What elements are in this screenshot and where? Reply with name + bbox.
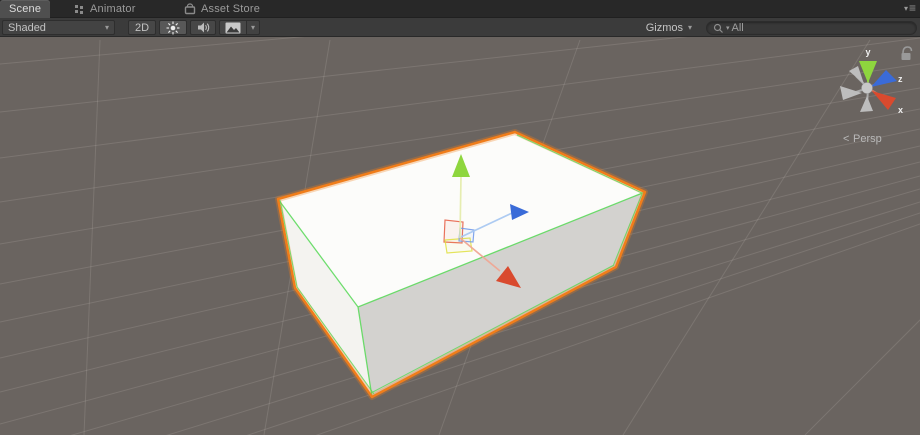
tab-asset-store-label: Asset Store: [201, 3, 260, 15]
toggle-2d-button[interactable]: 2D: [128, 20, 156, 35]
search-value: All: [732, 22, 744, 34]
shading-mode-dropdown[interactable]: Shaded ▾: [2, 20, 115, 35]
axis-neg-y-cone[interactable]: [860, 96, 873, 112]
view-lock-icon[interactable]: [902, 47, 912, 60]
axis-center-cube[interactable]: [862, 83, 873, 94]
axis-neg-x-cone[interactable]: [849, 66, 864, 84]
scene-toolbar: Shaded ▾ 2D: [0, 18, 920, 37]
shading-mode-value: Shaded: [8, 22, 46, 34]
tab-asset-store[interactable]: Asset Store: [184, 0, 260, 18]
scene-audio-button[interactable]: [190, 20, 216, 35]
tab-scene[interactable]: Scene: [0, 0, 50, 18]
speaker-icon: [196, 21, 210, 34]
scene-viewport[interactable]: y z x < Persp: [0, 37, 920, 435]
projection-label[interactable]: < Persp: [843, 133, 882, 145]
axis-y-label: y: [865, 47, 870, 57]
chevron-down-icon: ▾: [251, 23, 255, 32]
tab-animator-label: Animator: [90, 3, 136, 15]
sun-icon: [166, 21, 180, 35]
search-icon: [713, 23, 724, 34]
chevron-down-icon: ▾: [688, 23, 692, 32]
projection-mode-label: Persp: [853, 133, 882, 145]
image-icon: [225, 22, 241, 34]
scene-search-field[interactable]: ▾ All: [706, 21, 917, 35]
scene-effects-button[interactable]: [219, 20, 247, 35]
animator-icon: [74, 4, 85, 15]
tab-animator[interactable]: Animator: [74, 0, 136, 18]
axis-z-cone[interactable]: [871, 70, 897, 87]
axis-x-label: x: [898, 105, 903, 115]
projection-arrow: <: [843, 133, 849, 145]
tab-bar: Scene Animator Asset Store ▾ ≡: [0, 0, 920, 18]
scene-lighting-button[interactable]: [159, 20, 187, 35]
search-filter-caret: ▾: [726, 24, 730, 32]
move-axis-y-line[interactable]: [460, 176, 461, 238]
axis-z-label: z: [898, 74, 903, 84]
asset-store-icon: [184, 3, 196, 15]
gizmos-dropdown[interactable]: Gizmos ▾: [642, 20, 696, 35]
unity-scene-pane: Scene Animator Asset Store ▾ ≡: [0, 0, 920, 435]
scene-effects-dropdown[interactable]: ▾: [247, 20, 260, 35]
tab-scene-label: Scene: [9, 3, 41, 15]
chevron-down-icon: ▾: [105, 23, 109, 32]
pane-menu-icon[interactable]: ▾ ≡: [904, 3, 916, 14]
